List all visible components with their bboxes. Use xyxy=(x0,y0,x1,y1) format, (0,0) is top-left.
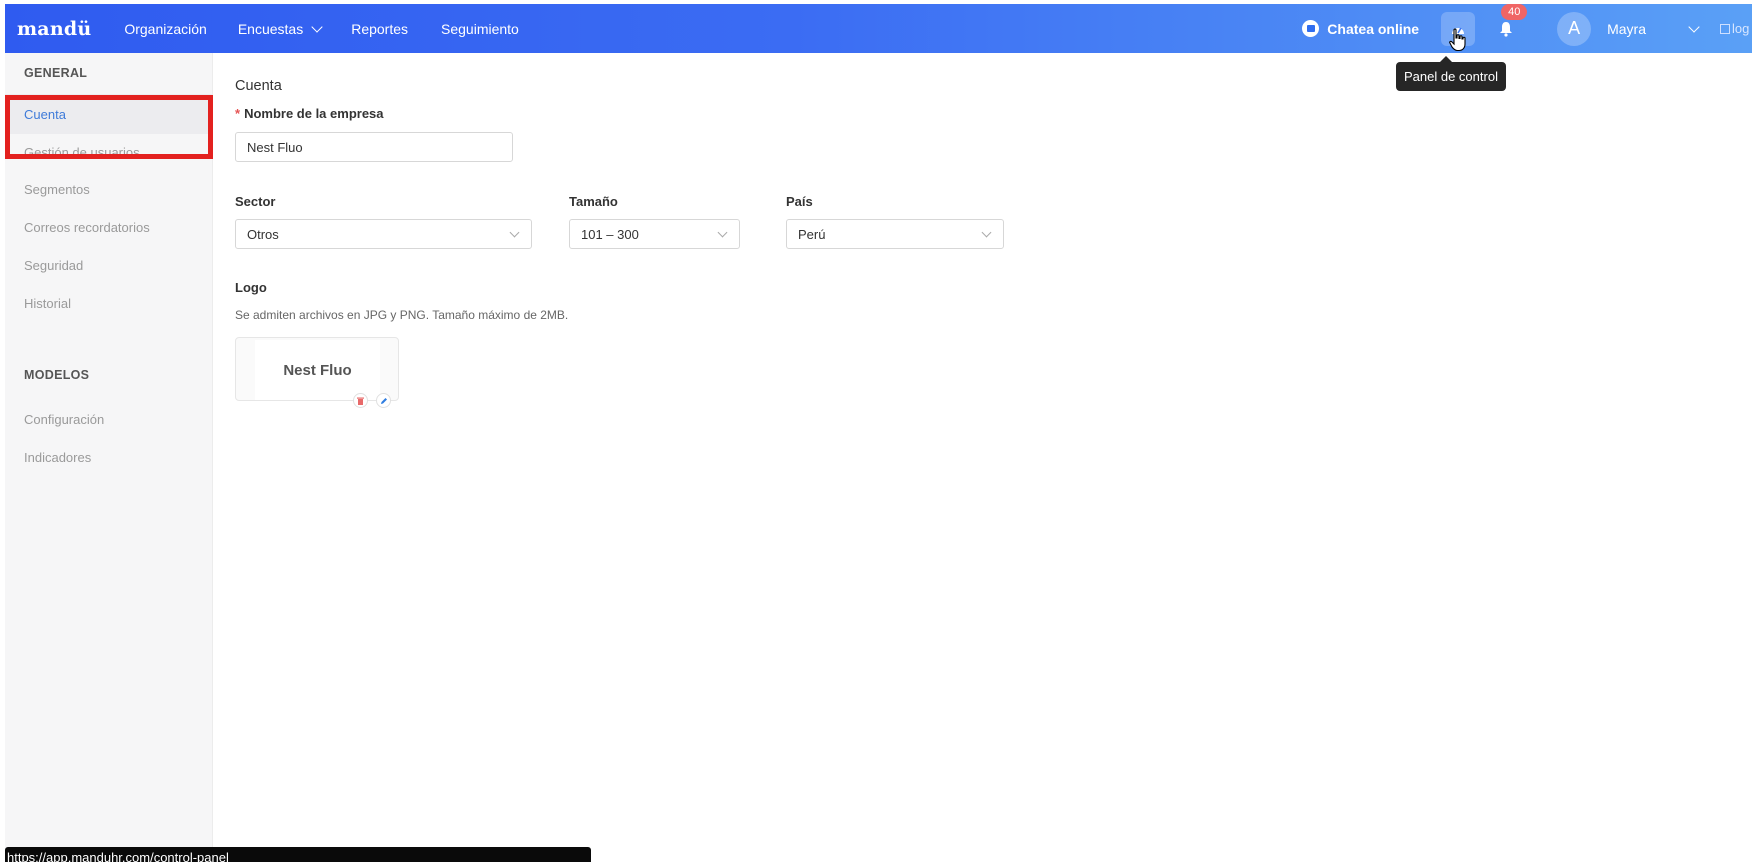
broken-image-icon xyxy=(1720,23,1730,34)
size-label: Tamaño xyxy=(569,194,618,209)
nav-organizacion[interactable]: Organización xyxy=(124,21,207,37)
header-actions: Chatea online 40 A Mayra log xyxy=(1302,3,1752,53)
chevron-down-icon xyxy=(981,227,992,238)
brand-logo[interactable]: mandü xyxy=(17,18,91,40)
company-name-label: * Nombre de la empresa xyxy=(235,106,384,121)
chat-online-label: Chatea online xyxy=(1327,20,1420,37)
sidebar: GENERAL Cuenta Gestión de usuarios Segme… xyxy=(5,53,213,862)
country-value: Perú xyxy=(798,226,826,242)
country-select[interactable]: Perú xyxy=(786,219,1004,249)
control-panel-tooltip: Panel de control xyxy=(1396,56,1506,91)
hand-cursor-icon xyxy=(1449,28,1466,52)
sidebar-item-configuracion[interactable]: Configuración xyxy=(5,400,212,438)
sidebar-item-label: Configuración xyxy=(24,411,105,427)
sidebar-item-label: Cuenta xyxy=(24,106,66,122)
trash-icon xyxy=(357,397,364,405)
company-name-label-text: Nombre de la empresa xyxy=(244,106,384,121)
company-name-value: Nest Fluo xyxy=(247,139,303,155)
sidebar-item-label: Seguridad xyxy=(24,257,84,273)
chat-icon xyxy=(1302,20,1320,37)
sidebar-item-label: Historial xyxy=(24,295,71,311)
required-mark: * xyxy=(235,106,241,121)
logo-hint: Se admiten archivos en JPG y PNG. Tamaño… xyxy=(235,308,569,322)
sidebar-item-cuenta[interactable]: Cuenta xyxy=(5,94,212,134)
notifications-button[interactable]: 40 xyxy=(1491,3,1528,46)
logo-label: Logo xyxy=(235,280,267,295)
page: mandü Organización Encuestas Reportes Se… xyxy=(0,0,1752,862)
chevron-down-icon xyxy=(509,227,520,238)
page-title: Cuenta xyxy=(235,78,282,94)
sidebar-item-seguridad[interactable]: Seguridad xyxy=(5,246,212,284)
nav-reportes[interactable]: Reportes xyxy=(351,21,408,37)
sidebar-models-list: Configuración Indicadores xyxy=(5,400,212,476)
bell-icon xyxy=(1500,21,1513,37)
pencil-icon xyxy=(380,397,387,404)
sidebar-heading-general: GENERAL xyxy=(24,66,88,80)
nav-seguimiento[interactable]: Seguimiento xyxy=(441,21,519,37)
sidebar-item-label: Correos recordatorios xyxy=(24,219,150,235)
sector-value: Otros xyxy=(247,226,279,242)
nav-organizacion-label: Organización xyxy=(124,20,207,37)
sidebar-item-gestion-usuarios[interactable]: Gestión de usuarios xyxy=(5,134,212,170)
nav-seguimiento-label: Seguimiento xyxy=(441,20,519,37)
sector-label: Sector xyxy=(235,194,276,209)
browser-status-url: https://app.manduhr.com/control-panel xyxy=(5,847,591,862)
sidebar-item-indicadores[interactable]: Indicadores xyxy=(5,438,212,476)
chevron-down-icon xyxy=(311,20,323,33)
company-logo-alt: log xyxy=(1732,21,1750,36)
delete-logo-button[interactable] xyxy=(353,393,368,408)
logo-preview-card: Nest Fluo xyxy=(235,337,399,408)
chevron-down-icon xyxy=(717,227,728,238)
sidebar-heading-modelos: MODELOS xyxy=(24,368,90,382)
sector-select[interactable]: Otros xyxy=(235,219,532,249)
company-name-input[interactable]: Nest Fluo xyxy=(235,132,513,162)
sidebar-general-list: Cuenta Gestión de usuarios Segmentos Cor… xyxy=(5,94,212,322)
size-value: 101 – 300 xyxy=(581,226,639,242)
user-menu-chevron-icon[interactable] xyxy=(1688,20,1700,33)
nav-encuestas[interactable]: Encuestas xyxy=(237,20,323,37)
chat-online-button[interactable]: Chatea online xyxy=(1302,20,1419,37)
username[interactable]: Mayra xyxy=(1607,21,1646,37)
top-navbar: mandü Organización Encuestas Reportes Se… xyxy=(5,3,1752,53)
nav-reportes-label: Reportes xyxy=(351,20,409,37)
size-select[interactable]: 101 – 300 xyxy=(569,219,740,249)
sidebar-item-historial[interactable]: Historial xyxy=(5,284,212,322)
notification-count-badge: 40 xyxy=(1501,3,1528,20)
sidebar-item-correos-recordatorios[interactable]: Correos recordatorios xyxy=(5,208,212,246)
company-logo-image: log xyxy=(1720,21,1752,36)
sidebar-item-segmentos[interactable]: Segmentos xyxy=(5,170,212,208)
nav-encuestas-label: Encuestas xyxy=(237,20,304,37)
avatar[interactable]: A xyxy=(1557,11,1592,46)
main-nav: Organización Encuestas Reportes Seguimie… xyxy=(124,21,519,37)
sidebar-item-label: Indicadores xyxy=(24,449,92,465)
sidebar-item-label: Segmentos xyxy=(24,181,90,197)
sidebar-item-label: Gestión de usuarios xyxy=(24,144,140,160)
country-label: País xyxy=(786,194,813,209)
edit-logo-button[interactable] xyxy=(376,393,391,408)
logo-preview: Nest Fluo xyxy=(255,340,380,400)
